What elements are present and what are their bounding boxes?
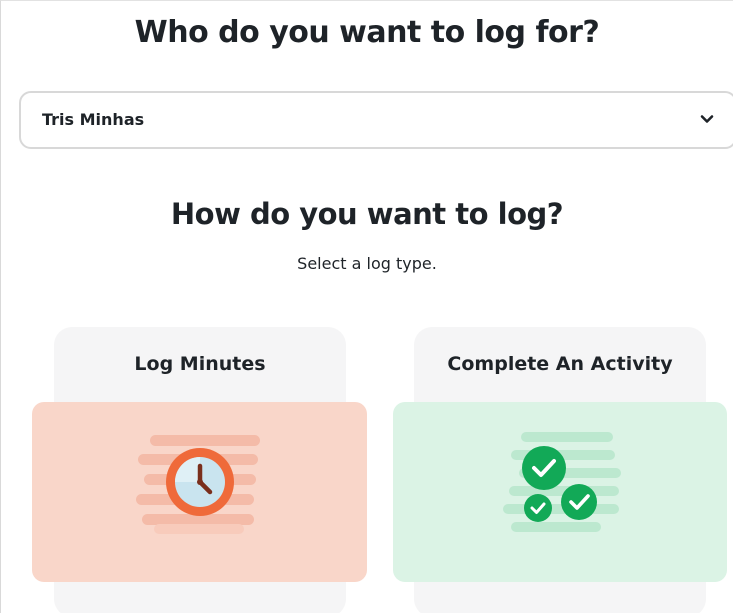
log-minutes-illustration (32, 402, 367, 582)
who-title: Who do you want to log for? (134, 15, 600, 50)
clock-icon (136, 435, 260, 534)
chevron-down-icon (700, 115, 714, 123)
reader-select[interactable]: Tris Minhas (19, 91, 733, 149)
log-minutes-label: Log Minutes (134, 353, 266, 375)
checkmarks-icon (503, 432, 621, 532)
reader-select-value: Tris Minhas (42, 110, 145, 129)
log-type-title: How do you want to log? (170, 197, 564, 231)
log-type-hint: Select a log type. (297, 254, 437, 273)
complete-activity-illustration (393, 402, 727, 582)
complete-activity-label: Complete An Activity (447, 353, 673, 375)
log-page: Who do you want to log for? Tris Minhas … (0, 0, 733, 613)
